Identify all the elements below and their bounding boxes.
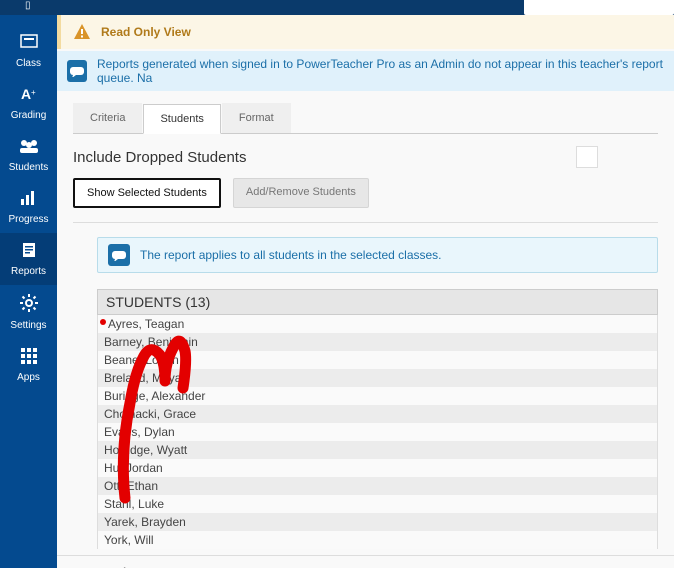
sidebar-label: Apps (17, 372, 40, 383)
student-row[interactable]: Stahl, Luke (98, 495, 657, 513)
applies-info-banner: The report applies to all students in th… (97, 237, 658, 273)
sidebar: Class A+ Grading Students Progress Repor… (0, 15, 57, 568)
student-row[interactable]: Chojnacki, Grace (98, 405, 657, 423)
apps-icon (20, 347, 38, 365)
info-chip-icon (108, 244, 130, 266)
gear-icon (19, 293, 39, 313)
svg-text:+: + (31, 88, 36, 97)
students-list: Ayres, TeaganBarney, BenjaminBeane, Loga… (97, 315, 658, 549)
student-row[interactable]: Yarek, Brayden (98, 513, 657, 531)
readonly-banner: Read Only View (57, 15, 674, 49)
student-row[interactable]: Beane, Logan (98, 351, 657, 369)
sidebar-item-students[interactable]: Students (0, 129, 57, 181)
warning-icon (73, 23, 91, 41)
tabs: Criteria Students Format (73, 103, 658, 134)
grading-icon: A+ (19, 85, 39, 103)
sidebar-label: Students (9, 162, 48, 173)
button-label: Show Selected Students (87, 187, 207, 199)
progress-icon (19, 189, 39, 207)
student-row[interactable]: York, Will (98, 531, 657, 549)
student-row[interactable]: Hu, Jordan (98, 459, 657, 477)
sidebar-item-reports[interactable]: Reports (0, 233, 57, 285)
sidebar-item-progress[interactable]: Progress (0, 181, 57, 233)
search-input[interactable] (524, 0, 674, 15)
student-row[interactable]: Barney, Benjamin (98, 333, 657, 351)
main-content: Read Only View Reports generated when si… (57, 15, 674, 568)
student-row[interactable]: Horridge, Wyatt (98, 441, 657, 459)
student-row[interactable]: Ott, Ethan (98, 477, 657, 495)
applies-info-text: The report applies to all students in th… (140, 248, 442, 262)
students-header: STUDENTS (13) (97, 289, 658, 315)
student-row[interactable]: Buriege, Alexander (98, 387, 657, 405)
sidebar-label: Grading (11, 110, 47, 121)
student-row[interactable]: Breland, Maya (98, 369, 657, 387)
annotation-dot (100, 319, 106, 325)
tab-students[interactable]: Students (143, 104, 220, 134)
readonly-text: Read Only View (101, 25, 191, 39)
legend: Legend Icons * - Required Field (57, 555, 674, 568)
include-dropped-label: Include Dropped Students (73, 149, 246, 166)
sidebar-item-settings[interactable]: Settings (0, 285, 57, 339)
sidebar-label: Settings (10, 320, 46, 331)
show-selected-button[interactable]: Show Selected Students (73, 178, 221, 208)
class-icon (19, 33, 39, 51)
sidebar-item-class[interactable]: Class (0, 25, 57, 77)
sidebar-item-apps[interactable]: Apps (0, 339, 57, 391)
students-icon (18, 137, 40, 155)
student-row[interactable]: Ayres, Teagan (98, 315, 657, 333)
svg-text:A: A (21, 86, 31, 102)
sidebar-label: Progress (8, 214, 48, 225)
add-remove-button[interactable]: Add/Remove Students (233, 178, 369, 208)
button-label: Add/Remove Students (246, 186, 356, 198)
topbar-menu-icon: ▯ (25, 0, 31, 11)
sidebar-label: Class (16, 58, 41, 69)
admin-info-banner: Reports generated when signed in to Powe… (57, 51, 674, 91)
sidebar-item-grading[interactable]: A+ Grading (0, 77, 57, 129)
tab-label: Criteria (90, 112, 125, 124)
include-dropped-checkbox[interactable] (576, 146, 598, 168)
tab-label: Students (160, 113, 203, 125)
tab-label: Format (239, 112, 274, 124)
info-chip-icon (67, 60, 87, 82)
tab-format[interactable]: Format (222, 103, 291, 133)
sidebar-label: Reports (11, 266, 46, 277)
tab-criteria[interactable]: Criteria (73, 103, 142, 133)
top-bar: ▯ (0, 0, 674, 15)
student-row[interactable]: Evans, Dylan (98, 423, 657, 441)
reports-icon (20, 241, 38, 259)
admin-info-text: Reports generated when signed in to Powe… (97, 57, 664, 85)
